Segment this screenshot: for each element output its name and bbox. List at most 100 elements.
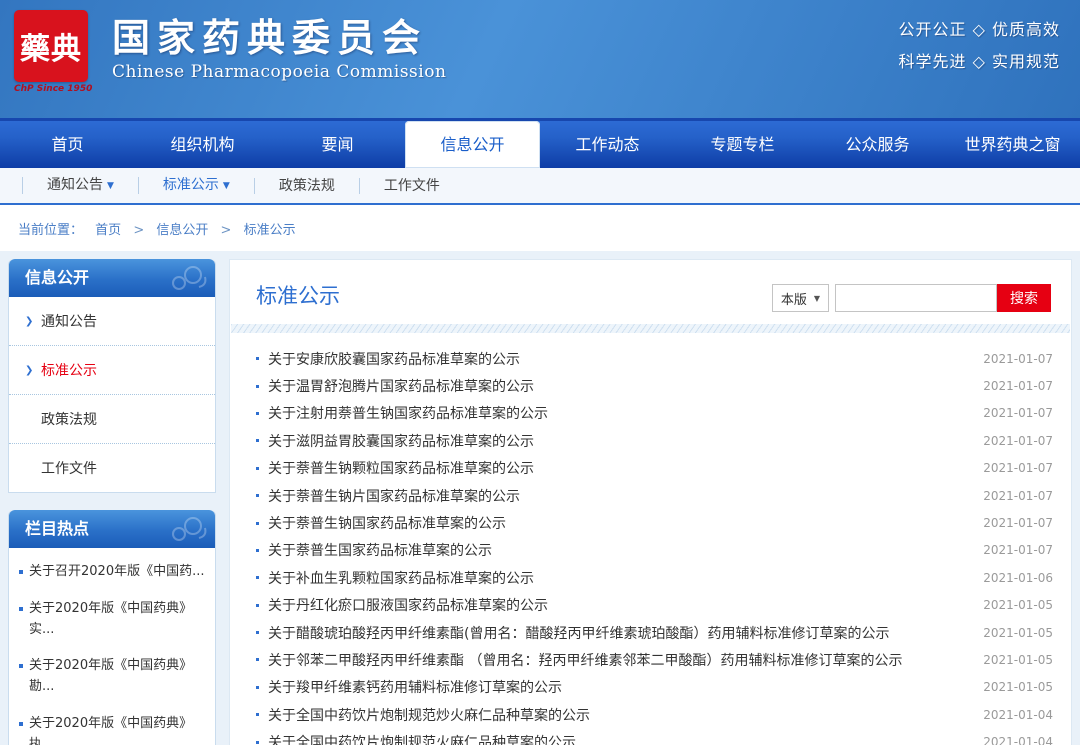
bullet-icon [256,522,259,525]
article-date: 2021-01-07 [983,543,1053,557]
bullet-icon [256,467,259,470]
article-link[interactable]: 关于萘普生钠国家药品标准草案的公示 [268,513,971,533]
article-link[interactable]: 关于萘普生国家药品标准草案的公示 [268,540,971,560]
sidebar-item-label: 通知公告 [41,311,97,331]
sidebar-item-notices[interactable]: ❯ 通知公告 [9,297,215,346]
main-nav: 首页 组织机构 要闻 信息公开 工作动态 专题专栏 公众服务 世界药典之窗 [0,118,1080,168]
article-list: 关于安康欣胶囊国家药品标准草案的公示 2021-01-07 关于温胃舒泡腾片国家药… [230,345,1071,745]
sub-nav: 通知公告▼ 标准公示▼ 政策法规 工作文件 [0,168,1080,205]
sidebar-menu-title: 信息公开 [25,268,89,287]
site-subtitle: Chinese Pharmacopoeia Commission [112,62,446,82]
slogan-line-2: 科学先进 ◇ 实用规范 [899,46,1060,78]
bullet-icon [19,722,23,726]
content-area: 信息公开 ❯ 通知公告 ❯ 标准公示 政策法规 [0,251,1080,745]
slogan-line-1: 公开公正 ◇ 优质高效 [899,14,1060,46]
site-header: 藥典 ChP Since 1950 国家药典委员会 Chinese Pharma… [0,0,1080,118]
bullet-icon [256,686,259,689]
sidebar-item-work-documents[interactable]: 工作文件 [9,444,215,492]
article-link[interactable]: 关于全国中药饮片炮制规范火麻仁品种草案的公示 [268,732,971,745]
article-date: 2021-01-07 [983,379,1053,393]
edition-select[interactable]: 本版 ▼ [772,284,829,312]
article-link[interactable]: 关于丹红化瘀口服液国家药品标准草案的公示 [268,595,971,615]
nav-item-info-disclosure[interactable]: 信息公开 [405,121,540,168]
bullet-icon [256,412,259,415]
article-row: 关于丹红化瘀口服液国家药品标准草案的公示 2021-01-05 [256,592,1053,619]
hot-list-item[interactable]: 关于2020年版《中国药典》实... [9,591,215,649]
article-date: 2021-01-05 [983,598,1053,612]
subnav-item-policies[interactable]: 政策法规 [254,178,359,194]
bullet-icon [19,607,23,611]
main-panel: 标准公示 本版 ▼ 搜索 关于安康欣胶囊国家药品标准草案的公示 2021-01-0… [229,259,1072,745]
article-link[interactable]: 关于注射用萘普生钠国家药品标准草案的公示 [268,403,971,423]
sidebar-menu-box: 信息公开 ❯ 通知公告 ❯ 标准公示 政策法规 [8,259,216,493]
breadcrumb-link-standard-publicity[interactable]: 标准公示 [244,223,296,238]
hot-list-item[interactable]: 关于2020年版《中国药典》勘... [9,648,215,706]
article-row: 关于滋阴益胃胶囊国家药品标准草案的公示2021-01-07 [256,427,1053,454]
subnav-item-standard-publicity[interactable]: 标准公示▼ [138,177,254,194]
nav-item-home[interactable]: 首页 [0,121,135,168]
article-row: 关于全国中药饮片炮制规范炒火麻仁品种草案的公示 2021-01-04 [256,701,1053,728]
article-link[interactable]: 关于邻苯二甲酸羟丙甲纤维素酯 （曾用名：羟丙甲纤维素邻苯二甲酸酯）药用辅料标准修… [268,650,971,670]
sidebar-item-label: 标准公示 [41,360,97,380]
subnav-label: 通知公告 [47,177,103,193]
nav-item-special-columns[interactable]: 专题专栏 [675,121,810,168]
chevron-right-icon: ❯ [25,365,41,376]
article-row: 关于萘普生钠国家药品标准草案的公示2021-01-07 [256,509,1053,536]
nav-item-news[interactable]: 要闻 [270,121,405,168]
search-button[interactable]: 搜索 [997,284,1051,312]
cloud-decoration-icon [163,514,209,544]
header-slogan: 公开公正 ◇ 优质高效 科学先进 ◇ 实用规范 [899,14,1060,78]
article-link[interactable]: 关于萘普生钠片国家药品标准草案的公示 [268,486,971,506]
breadcrumb-link-info-disclosure[interactable]: 信息公开 [156,223,208,238]
subnav-item-notices[interactable]: 通知公告▼ [22,177,138,194]
article-link[interactable]: 关于安康欣胶囊国家药品标准草案的公示 [268,349,971,369]
sidebar-menu-header: 信息公开 [9,259,215,297]
bullet-icon [256,631,259,634]
hot-item-title: 关于召开2020年版《中国药... [29,562,204,583]
article-row: 关于全国中药饮片炮制规范火麻仁品种草案的公示 2021-01-04 [256,728,1053,745]
article-link[interactable]: 关于全国中药饮片炮制规范炒火麻仁品种草案的公示 [268,705,971,725]
bullet-icon [256,658,259,661]
chp-seal-logo[interactable]: 藥典 [14,10,88,82]
subnav-label: 工作文件 [384,178,440,194]
article-date: 2021-01-05 [983,653,1053,667]
article-link[interactable]: 关于醋酸琥珀酸羟丙甲纤维素酯(曾用名：醋酸羟丙甲纤维素琥珀酸酯）药用辅料标准修订… [268,623,971,643]
article-date: 2021-01-07 [983,352,1053,366]
site-title: 国家药典委员会 [112,18,446,60]
subnav-item-work-documents[interactable]: 工作文件 [359,178,464,194]
sidebar-item-standard-publicity[interactable]: ❯ 标准公示 [9,346,215,395]
search-bar: 本版 ▼ 搜索 [772,284,1051,312]
nav-item-organization[interactable]: 组织机构 [135,121,270,168]
breadcrumb-prefix: 当前位置： [18,223,83,238]
bullet-icon [256,439,259,442]
bullet-icon [256,494,259,497]
sidebar-item-policies[interactable]: 政策法规 [9,395,215,444]
article-link[interactable]: 关于滋阴益胃胶囊国家药品标准草案的公示 [268,431,971,451]
article-row: 关于注射用萘普生钠国家药品标准草案的公示2021-01-07 [256,400,1053,427]
seal-text: 藥典 [20,24,82,68]
bullet-icon [19,570,23,574]
article-date: 2021-01-04 [983,708,1053,722]
nav-item-world-pharmacopoeia[interactable]: 世界药典之窗 [945,121,1080,168]
bullet-icon [256,357,259,360]
hot-item-title: 关于2020年版《中国药典》勘... [29,656,211,698]
hot-list-item[interactable]: 关于召开2020年版《中国药... [9,554,215,591]
nav-item-work-updates[interactable]: 工作动态 [540,121,675,168]
breadcrumb-separator: > [133,223,144,238]
hatched-divider [231,324,1070,333]
nav-item-public-service[interactable]: 公众服务 [810,121,945,168]
sidebar-hot-header: 栏目热点 [9,510,215,548]
hot-list: 关于召开2020年版《中国药... 关于2020年版《中国药典》实... 关于2… [9,548,215,745]
article-row: 关于邻苯二甲酸羟丙甲纤维素酯 （曾用名：羟丙甲纤维素邻苯二甲酸酯）药用辅料标准修… [256,646,1053,673]
search-input[interactable] [835,284,997,312]
breadcrumb-link-home[interactable]: 首页 [95,223,121,238]
article-link[interactable]: 关于萘普生钠颗粒国家药品标准草案的公示 [268,458,971,478]
article-link[interactable]: 关于补血生乳颗粒国家药品标准草案的公示 [268,568,971,588]
article-link[interactable]: 关于羧甲纤维素钙药用辅料标准修订草案的公示 [268,677,971,697]
article-link[interactable]: 关于温胃舒泡腾片国家药品标准草案的公示 [268,376,971,396]
edition-select-value: 本版 [781,289,807,308]
hot-list-item[interactable]: 关于2020年版《中国药典》执... [9,706,215,745]
article-date: 2021-01-04 [983,735,1053,745]
article-date: 2021-01-07 [983,461,1053,475]
panel-head: 标准公示 本版 ▼ 搜索 [230,260,1071,324]
